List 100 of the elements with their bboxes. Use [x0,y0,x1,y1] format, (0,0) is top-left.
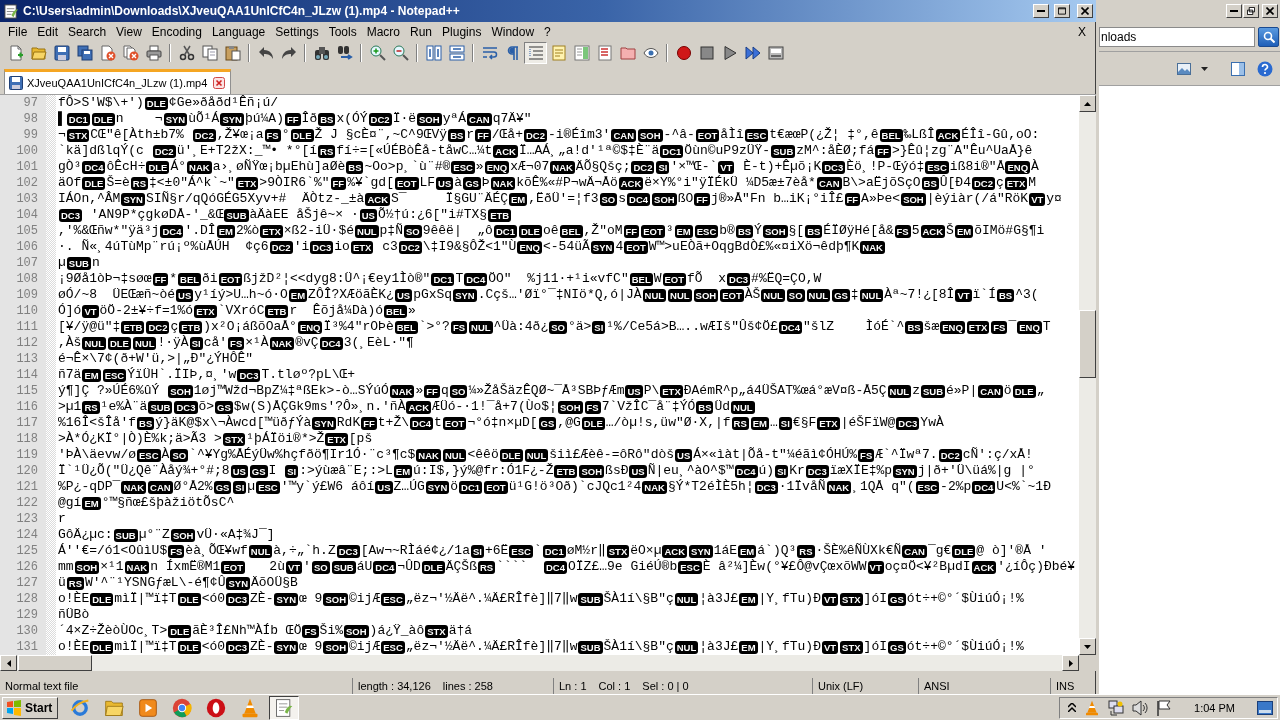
clock[interactable]: 1:04 PM [1194,701,1235,714]
close-button[interactable] [1262,4,1278,18]
menu-item[interactable]: Search [63,25,112,39]
folder-icon[interactable] [30,45,47,61]
pane-icon[interactable] [1231,61,1245,76]
record-icon[interactable] [675,45,692,61]
code-text: o!ÈE [58,639,90,655]
double-chevron-up-icon[interactable] [1068,703,1077,712]
menu-item[interactable]: Encoding [146,25,207,39]
close-button[interactable] [1077,4,1093,18]
code-text: ¹þÁÏöi®*>Ž [246,431,325,447]
menu-item[interactable]: Run [405,25,438,39]
code-text: B\>aËjõSçO [842,175,921,191]
zoom-in-icon[interactable] [369,45,386,61]
control-character: GS [888,592,906,606]
search-field[interactable]: nloads [1099,26,1255,47]
redo-icon[interactable] [280,45,297,61]
minimize-button[interactable] [1226,4,1242,18]
scroll-up-button[interactable] [1079,95,1096,112]
code-text: ÖO" %j11·+¹i«vfC" [488,271,629,287]
menu-item[interactable]: View [111,25,147,39]
close-document-button[interactable]: X [1072,25,1092,39]
fast-forward-icon[interactable] [744,45,761,61]
menu-item[interactable]: Tools [323,25,362,39]
close-all-icon[interactable] [122,45,139,61]
restore-button[interactable] [1243,4,1259,18]
close-icon[interactable] [213,77,226,89]
code-text: !·ÿÀ [157,335,189,351]
two-columns-icon[interactable] [425,45,442,61]
image-icon[interactable] [1177,62,1191,75]
code-text: io [334,239,350,255]
menu-item[interactable]: Language [206,25,271,39]
control-character: DC2 [269,240,293,254]
control-character: FS [450,320,468,334]
caret-icon[interactable] [1201,66,1208,71]
save-all-icon[interactable] [76,45,93,61]
line-number: 115 [16,384,38,398]
line-number: 131 [16,640,38,654]
clipboard-icon[interactable] [224,45,241,61]
control-character: ACK [920,224,946,238]
maximize-button[interactable] [1054,4,1070,18]
copy-icon[interactable] [201,45,218,61]
undo-icon[interactable] [257,45,274,61]
word-wrap-icon[interactable] [481,45,498,61]
scrollbar-thumb[interactable] [1079,310,1096,378]
editor[interactable] [0,95,1096,655]
tape-drive-icon[interactable] [767,45,784,61]
code-text: šiì£Æèê-=ôRô"dòš [549,447,675,463]
control-character: RS [318,144,336,158]
scroll-down-button[interactable] [1079,638,1096,655]
control-character: RS [82,400,100,414]
scroll-left-button[interactable] [0,655,17,671]
eye-icon[interactable] [642,45,659,61]
zoom-out-icon[interactable] [392,45,409,61]
close-icon [1081,7,1089,15]
printer-icon[interactable] [145,45,162,61]
start-button[interactable]: Start [2,696,59,719]
menu-item[interactable]: Settings [270,25,324,39]
network-icon[interactable] [1108,699,1125,716]
control-character: FF [623,224,640,238]
binoculars-icon[interactable] [313,45,330,61]
new-document-icon[interactable] [7,45,24,61]
code-text: ´4×Z÷ŽèòÙOc¸T> [58,623,168,639]
tab[interactable]: XJveuQAA1UnICfC4n_JLzw (1).mp4 [4,69,232,94]
vertical-scrollbar[interactable] [1079,95,1096,655]
flag-icon[interactable] [1156,699,1173,716]
toggle-button[interactable] [524,42,547,64]
maximize-icon [1058,7,1066,15]
minimize-button[interactable] [1033,4,1049,18]
speaker-icon[interactable] [1132,699,1149,716]
scissors-icon[interactable] [178,45,195,61]
code-text: à [454,175,463,191]
menu-item[interactable]: Plugins [437,25,487,39]
menu-item[interactable]: File [3,25,33,39]
scroll-right-button[interactable] [1062,655,1079,671]
taskbar-button[interactable] [269,695,300,720]
stop-icon[interactable] [698,45,715,61]
play-icon[interactable] [721,45,738,61]
screen-icon[interactable] [1257,700,1273,715]
menu-item[interactable]: Edit [32,25,64,39]
control-character: FF [284,112,301,126]
control-character: SYN [121,192,145,206]
two-rows-icon[interactable] [448,45,465,61]
menu-item[interactable]: ? [539,25,556,39]
menu-item[interactable]: Window [486,25,540,39]
control-character: ETB [265,304,289,318]
scrollbar-thumb[interactable] [18,655,92,671]
help-icon[interactable] [1257,60,1273,77]
search-button[interactable] [1258,26,1279,47]
menu-item[interactable]: Macro [361,25,405,39]
list-icon[interactable] [596,45,613,61]
close-document-icon[interactable] [99,45,116,61]
replace-icon[interactable] [336,45,353,61]
control-character: DLE [421,560,445,574]
control-character: SO [786,288,805,302]
code-text: Á''€=/ó1<OûìU$ [58,543,168,559]
code-text: `^¥Yg%ÅÉýÜw%hçfðö¶Ir1Ó·¨c³¶c$ [189,447,416,463]
control-character: DC4 [544,560,567,574]
horizontal-scrollbar[interactable] [0,655,1079,671]
control-character: FF [475,128,491,142]
